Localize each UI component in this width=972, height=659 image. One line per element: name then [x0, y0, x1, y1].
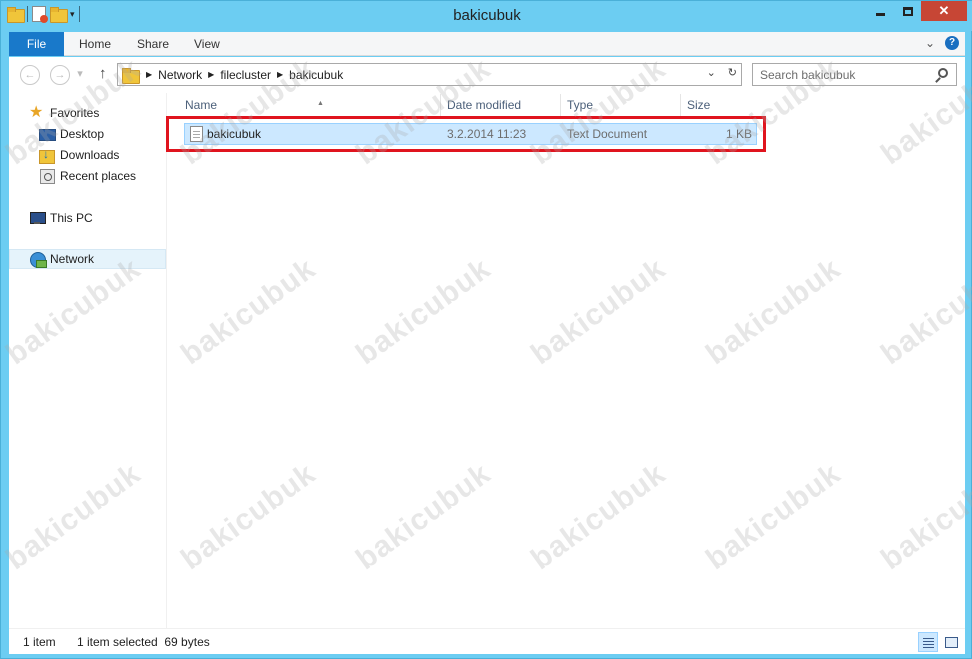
details-view-icon: [923, 638, 934, 639]
up-arrow-icon: ↑: [99, 65, 107, 82]
navigation-pane: ★ Favorites Desktop Downloads Recent pla…: [9, 93, 167, 628]
address-bar[interactable]: ▶ Network ▶ filecluster ▶ bakicubuk ⌄ ↻: [117, 63, 742, 86]
breadcrumb-separator-icon[interactable]: ▶: [277, 70, 283, 79]
ribbon-tabs: File Home Share View ⌄ ?: [9, 32, 965, 56]
nav-item-label: Desktop: [60, 127, 105, 141]
large-icons-view-icon: [945, 637, 958, 648]
search-input[interactable]: [753, 64, 923, 85]
sort-ascending-icon: ▲: [317, 100, 324, 107]
ribbon-right-controls: ⌄ ?: [925, 36, 959, 50]
nav-item-favorites[interactable]: ★ Favorites: [29, 103, 99, 123]
close-icon: ✕: [938, 3, 950, 18]
nav-item-desktop[interactable]: Desktop: [39, 124, 104, 144]
address-tools: ⌄ ↻: [707, 66, 737, 79]
file-size: 1 KB: [725, 127, 752, 141]
close-button[interactable]: ✕: [921, 1, 967, 21]
up-button[interactable]: ↑: [99, 65, 107, 82]
address-dropdown-icon[interactable]: ⌄: [707, 66, 716, 79]
help-icon[interactable]: ?: [945, 36, 959, 50]
status-bar: 1 item 1 item selected 69 bytes: [9, 628, 965, 654]
column-header-label: Date modified: [447, 98, 522, 112]
minimize-button[interactable]: [867, 1, 894, 21]
expand-ribbon-icon[interactable]: ⌄: [925, 36, 935, 50]
nav-item-label: Favorites: [50, 106, 100, 120]
file-date-modified: 3.2.2014 11:23: [447, 127, 527, 141]
explorer-window: ▾ bakicubuk ✕ File Home Share View ⌄ ? ←…: [0, 0, 972, 659]
nav-item-label: Recent places: [60, 169, 137, 183]
search-icon[interactable]: [938, 68, 948, 78]
downloads-icon: [39, 147, 55, 164]
forward-arrow-icon: →: [54, 69, 66, 81]
breadcrumb-separator-icon[interactable]: ▶: [208, 70, 214, 79]
title-bar: ▾ bakicubuk ✕: [1, 1, 972, 31]
maximize-button[interactable]: [894, 1, 921, 21]
table-row[interactable]: bakicubuk 3.2.2014 11:23 Text Document 1…: [184, 123, 757, 145]
navigation-bar: ← → ▾ ↑ ▶ Network ▶ filecluster ▶ bakicu…: [9, 57, 965, 93]
tab-view[interactable]: View: [180, 32, 234, 56]
selection-info: 1 item selected 69 bytes: [77, 635, 210, 649]
tab-file[interactable]: File: [9, 32, 64, 56]
nav-item-label: This PC: [50, 211, 93, 225]
column-header-name[interactable]: Name ▲: [179, 94, 441, 118]
minimize-icon: [876, 12, 885, 16]
file-list: Name ▲ Date modified Type Size bakicubuk…: [168, 93, 965, 628]
computer-icon: [29, 210, 46, 226]
search-box: [752, 63, 957, 86]
back-arrow-icon: ←: [24, 69, 36, 81]
star-icon: ★: [29, 104, 44, 121]
nav-item-recent-places[interactable]: Recent places: [39, 166, 136, 186]
window-title: bakicubuk: [453, 7, 521, 24]
breadcrumb-separator-icon[interactable]: ▶: [146, 70, 152, 79]
caption-buttons: ✕: [867, 1, 967, 21]
column-header-label: Size: [687, 98, 711, 112]
item-count: 1 item: [23, 635, 56, 649]
file-name: bakicubuk: [207, 127, 262, 141]
back-button[interactable]: ←: [20, 65, 40, 85]
file-type: Text Document: [567, 127, 648, 141]
refresh-icon[interactable]: ↻: [728, 66, 737, 79]
forward-button[interactable]: →: [50, 65, 70, 85]
network-icon: [29, 251, 47, 268]
nav-item-label: Downloads: [60, 148, 120, 162]
network-folder-icon: [122, 67, 140, 84]
column-header-type[interactable]: Type: [561, 94, 681, 118]
nav-item-label: Network: [50, 252, 95, 266]
desktop-icon: [39, 126, 56, 142]
details-view-button[interactable]: [918, 632, 938, 652]
tab-share[interactable]: Share: [123, 32, 183, 56]
nav-item-this-pc[interactable]: This PC: [29, 208, 93, 228]
large-icons-view-button[interactable]: [941, 632, 961, 652]
text-file-icon: [190, 126, 203, 142]
breadcrumb-bakicubuk[interactable]: bakicubuk: [289, 68, 343, 82]
nav-item-downloads[interactable]: Downloads: [39, 145, 119, 165]
tab-home[interactable]: Home: [65, 32, 125, 56]
column-header-label: Name: [185, 98, 218, 112]
chevron-down-icon: ▾: [77, 68, 83, 80]
nav-item-network[interactable]: Network: [9, 249, 166, 269]
column-header-size[interactable]: Size: [681, 94, 759, 118]
breadcrumb-network[interactable]: Network: [158, 68, 202, 82]
recent-locations-button[interactable]: ▾: [75, 65, 85, 85]
breadcrumb-filecluster[interactable]: filecluster: [220, 68, 271, 82]
maximize-icon: [902, 6, 913, 16]
column-header-label: Type: [567, 98, 594, 112]
recent-places-icon: [39, 168, 55, 184]
column-header-date-modified[interactable]: Date modified: [441, 94, 561, 118]
content-area: ★ Favorites Desktop Downloads Recent pla…: [9, 93, 965, 628]
